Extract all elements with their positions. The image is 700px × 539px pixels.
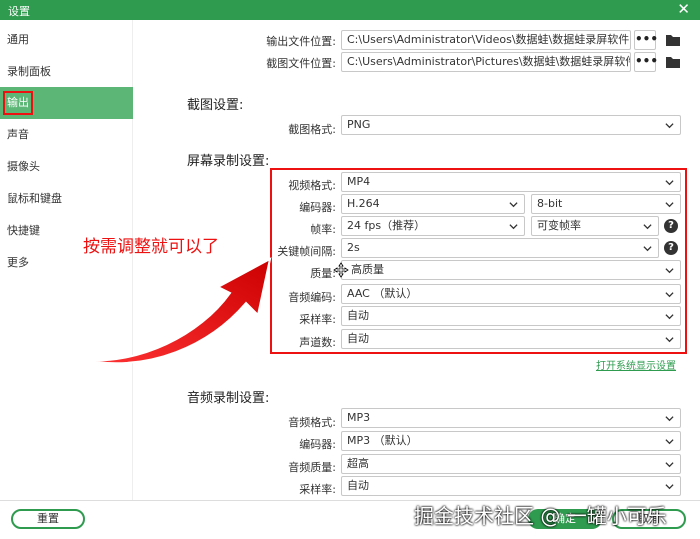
sidebar-item-label: 更多: [7, 256, 29, 269]
video-folder-value: C:\Users\Administrator\Videos\数据蛙\数据蛙录屏软…: [347, 33, 630, 46]
video-folder-browse-button[interactable]: •••: [634, 30, 658, 50]
audio-samplerate-select[interactable]: 自动: [341, 476, 681, 496]
chevron-down-icon: [665, 123, 674, 129]
audio-settings-title: 音频录制设置:: [187, 391, 270, 406]
screen-settings-title: 屏幕录制设置:: [187, 154, 270, 169]
reset-button[interactable]: 重置: [11, 509, 85, 529]
sidebar-item-label: 通用: [7, 33, 29, 46]
audio-samplerate-label: 采样率:: [299, 483, 336, 496]
screenshot-folder-field[interactable]: C:\Users\Administrator\Pictures\数据蛙\数据蛙录…: [341, 52, 631, 72]
screenshot-folder-value: C:\Users\Administrator\Pictures\数据蛙\数据蛙录…: [347, 55, 631, 68]
audio-format-value: MP3: [347, 411, 371, 424]
screenshot-folder-browse-button[interactable]: •••: [634, 52, 658, 72]
sidebar-item-label: 输出: [3, 91, 33, 115]
sidebar-item-general[interactable]: 通用: [0, 24, 133, 56]
sidebar-item-camera[interactable]: 摄像头: [0, 151, 133, 183]
screenshot-format-value: PNG: [347, 118, 371, 131]
annotation-text: 按需调整就可以了: [83, 237, 219, 257]
video-folder-label: 输出文件位置:: [266, 35, 336, 48]
screenshot-format-label: 截图格式:: [288, 123, 336, 136]
highlight-box: [270, 168, 687, 354]
title-bar: 设置 ✕: [0, 0, 700, 20]
sidebar-item-label: 鼠标和键盘: [7, 192, 62, 205]
audio-format-label: 音频格式:: [288, 416, 336, 429]
audio-samplerate-value: 自动: [347, 479, 369, 492]
sidebar-item-label: 摄像头: [7, 160, 40, 173]
chevron-down-icon: [665, 416, 674, 422]
chevron-down-icon: [665, 484, 674, 490]
screenshot-folder-label: 截图文件位置:: [266, 57, 336, 70]
sidebar-item-output[interactable]: 输出: [0, 87, 133, 119]
audio-quality-label: 音频质量:: [288, 461, 336, 474]
window-title: 设置: [8, 5, 30, 18]
audio-quality-select[interactable]: 超高: [341, 454, 681, 474]
annotation-arrow-icon: [81, 257, 272, 365]
sidebar-item-sound[interactable]: 声音: [0, 119, 133, 151]
audio-encoder-label: 编码器:: [299, 438, 336, 451]
chevron-down-icon: [665, 462, 674, 468]
sidebar-item-label: 录制面板: [7, 65, 51, 78]
sidebar-item-label: 快捷键: [7, 224, 40, 237]
watermark: 掘金技术社区 @ 一罐小可乐: [414, 504, 667, 528]
audio-quality-value: 超高: [347, 457, 369, 470]
audio-encoder-value: MP3 （默认）: [347, 434, 418, 447]
audio-format-select[interactable]: MP3: [341, 408, 681, 428]
video-folder-field[interactable]: C:\Users\Administrator\Videos\数据蛙\数据蛙录屏软…: [341, 30, 631, 50]
screenshot-folder-icon[interactable]: [665, 55, 681, 69]
sidebar-item-mouse-keyboard[interactable]: 鼠标和键盘: [0, 183, 133, 215]
sidebar-item-recording-panel[interactable]: 录制面板: [0, 56, 133, 88]
sidebar-item-label: 声音: [7, 128, 29, 141]
screenshot-settings-title: 截图设置:: [187, 98, 244, 113]
audio-encoder-select[interactable]: MP3 （默认）: [341, 431, 681, 451]
chevron-down-icon: [665, 439, 674, 445]
close-icon[interactable]: ✕: [677, 1, 690, 17]
move-cursor-icon: [333, 262, 349, 278]
video-folder-icon[interactable]: [665, 33, 681, 47]
screenshot-format-select[interactable]: PNG: [341, 115, 681, 135]
display-settings-link[interactable]: 打开系统显示设置: [596, 357, 676, 372]
